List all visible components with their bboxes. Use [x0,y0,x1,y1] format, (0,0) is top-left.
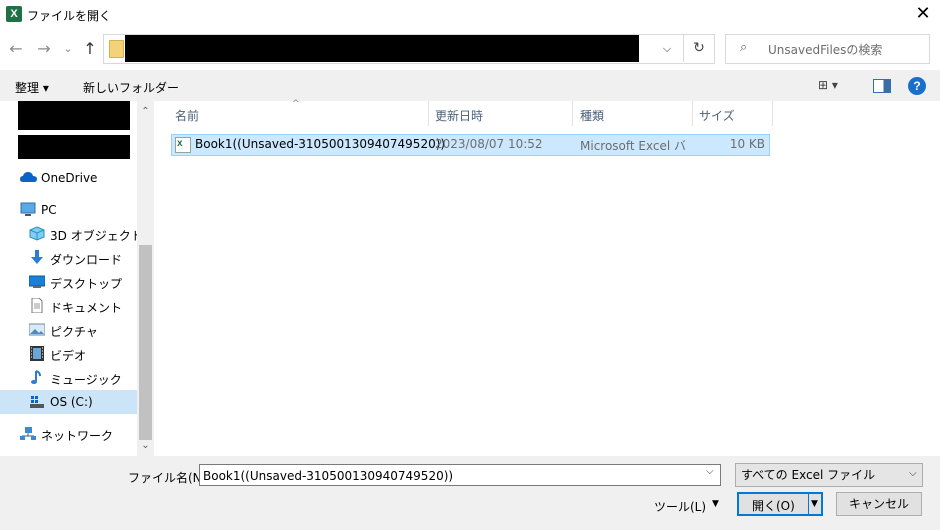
column-header-type[interactable]: 種類 [580,107,604,124]
column-divider[interactable] [572,101,573,126]
nav-item-label: ドキュメント [50,301,123,315]
excel-app-icon: X [6,6,22,22]
preview-pane-button[interactable] [873,79,891,93]
chevron-down-icon[interactable]: ⌵ [706,466,714,477]
nav-item-label: デスクトップ [50,277,123,291]
music-icon [29,370,45,385]
refresh-button[interactable]: ↻ [683,34,714,62]
video-icon [29,346,45,361]
nav-item-pc[interactable]: PC [0,198,137,222]
search-icon: ⌕ [740,40,748,55]
scroll-up-arrow[interactable]: ⌃ [137,103,154,120]
nav-item-documents[interactable]: ドキュメント [0,294,137,318]
column-divider[interactable] [428,101,429,126]
nav-item-onedrive[interactable]: OneDrive [0,166,137,190]
quick-access-item-redacted[interactable] [18,101,130,130]
nav-item-videos[interactable]: ビデオ [0,342,137,366]
document-icon [29,297,45,314]
nav-item-label: ビデオ [50,349,87,363]
view-options-button[interactable]: ⊞ ▾ [818,78,838,92]
forward-button[interactable]: → [34,37,54,61]
column-header-modified[interactable]: 更新日時 [435,107,483,124]
recent-locations-button[interactable]: ⌄ [61,37,75,61]
folder-icon [109,40,124,58]
open-button-label: 開く(O) [752,499,795,513]
nav-item-3d-objects[interactable]: 3D オブジェクト [0,222,143,246]
cube-icon [29,226,45,241]
nav-item-label: OS (C:) [50,395,93,409]
nav-item-label: 3D オブジェクト [50,229,143,243]
nav-item-label: ミュージック [50,373,122,387]
address-path-redacted [125,35,639,62]
close-button[interactable]: ✕ [906,0,940,30]
address-dropdown-button[interactable]: ⌵ [655,36,679,62]
title-bar [0,0,940,30]
help-button[interactable]: ? [908,77,926,95]
back-button[interactable]: ← [6,37,26,61]
up-button[interactable]: ↑ [80,37,100,61]
column-divider[interactable] [692,101,693,126]
nav-item-label: ネットワーク [41,429,114,443]
nav-item-downloads[interactable]: ダウンロード [0,246,137,270]
open-split-divider [808,494,809,514]
organize-button[interactable]: 整理 ▾ [15,79,49,96]
chevron-down-icon[interactable]: ⌵ [909,468,917,479]
network-icon [20,426,36,441]
quick-access-item-redacted[interactable] [18,135,130,159]
nav-item-label: ダウンロード [50,253,123,267]
pc-icon [20,202,36,217]
drive-icon [29,394,45,409]
file-type: Microsoft Excel バ... [580,139,685,153]
open-dropdown-button[interactable]: ▼ [811,499,818,509]
column-divider[interactable] [772,101,773,126]
file-size: 10 KB [729,137,765,151]
nav-scrollbar-thumb[interactable] [139,245,152,440]
nav-item-pictures[interactable]: ピクチャ [0,318,137,342]
nav-item-desktop[interactable]: デスクトップ [0,270,137,294]
download-icon [29,250,45,265]
column-header-size[interactable]: サイズ [699,107,735,124]
cancel-button[interactable]: キャンセル [836,492,922,516]
file-type-select[interactable]: すべての Excel ファイル [735,463,923,487]
cloud-icon [20,170,37,185]
file-name: Book1((Unsaved-310500130940749520)) [195,137,446,151]
scroll-down-arrow[interactable]: ⌄ [137,437,154,454]
chevron-down-icon[interactable]: ▼ [712,499,719,509]
window-title: ファイルを開く [27,9,112,23]
picture-icon [28,322,46,337]
desktop-icon [28,274,46,289]
sort-ascending-icon: ^ [292,99,300,109]
nav-item-os-c[interactable]: OS (C:) [0,390,137,414]
nav-item-label: PC [41,203,57,217]
file-modified: 2023/08/07 10:52 [435,137,543,151]
filename-input[interactable]: Book1((Unsaved-310500130940749520)) [199,464,721,486]
nav-item-label: ピクチャ [50,325,98,339]
column-header-name[interactable]: 名前 [175,107,199,124]
tools-button[interactable]: ツール(L) [654,498,706,515]
nav-item-network[interactable]: ネットワーク [0,422,137,446]
nav-item-music[interactable]: ミュージック [0,366,137,390]
excel-file-icon [175,137,191,153]
new-folder-button[interactable]: 新しいフォルダー [83,79,179,96]
search-placeholder: UnsavedFilesの検索 [768,43,883,57]
nav-item-label: OneDrive [41,171,98,185]
